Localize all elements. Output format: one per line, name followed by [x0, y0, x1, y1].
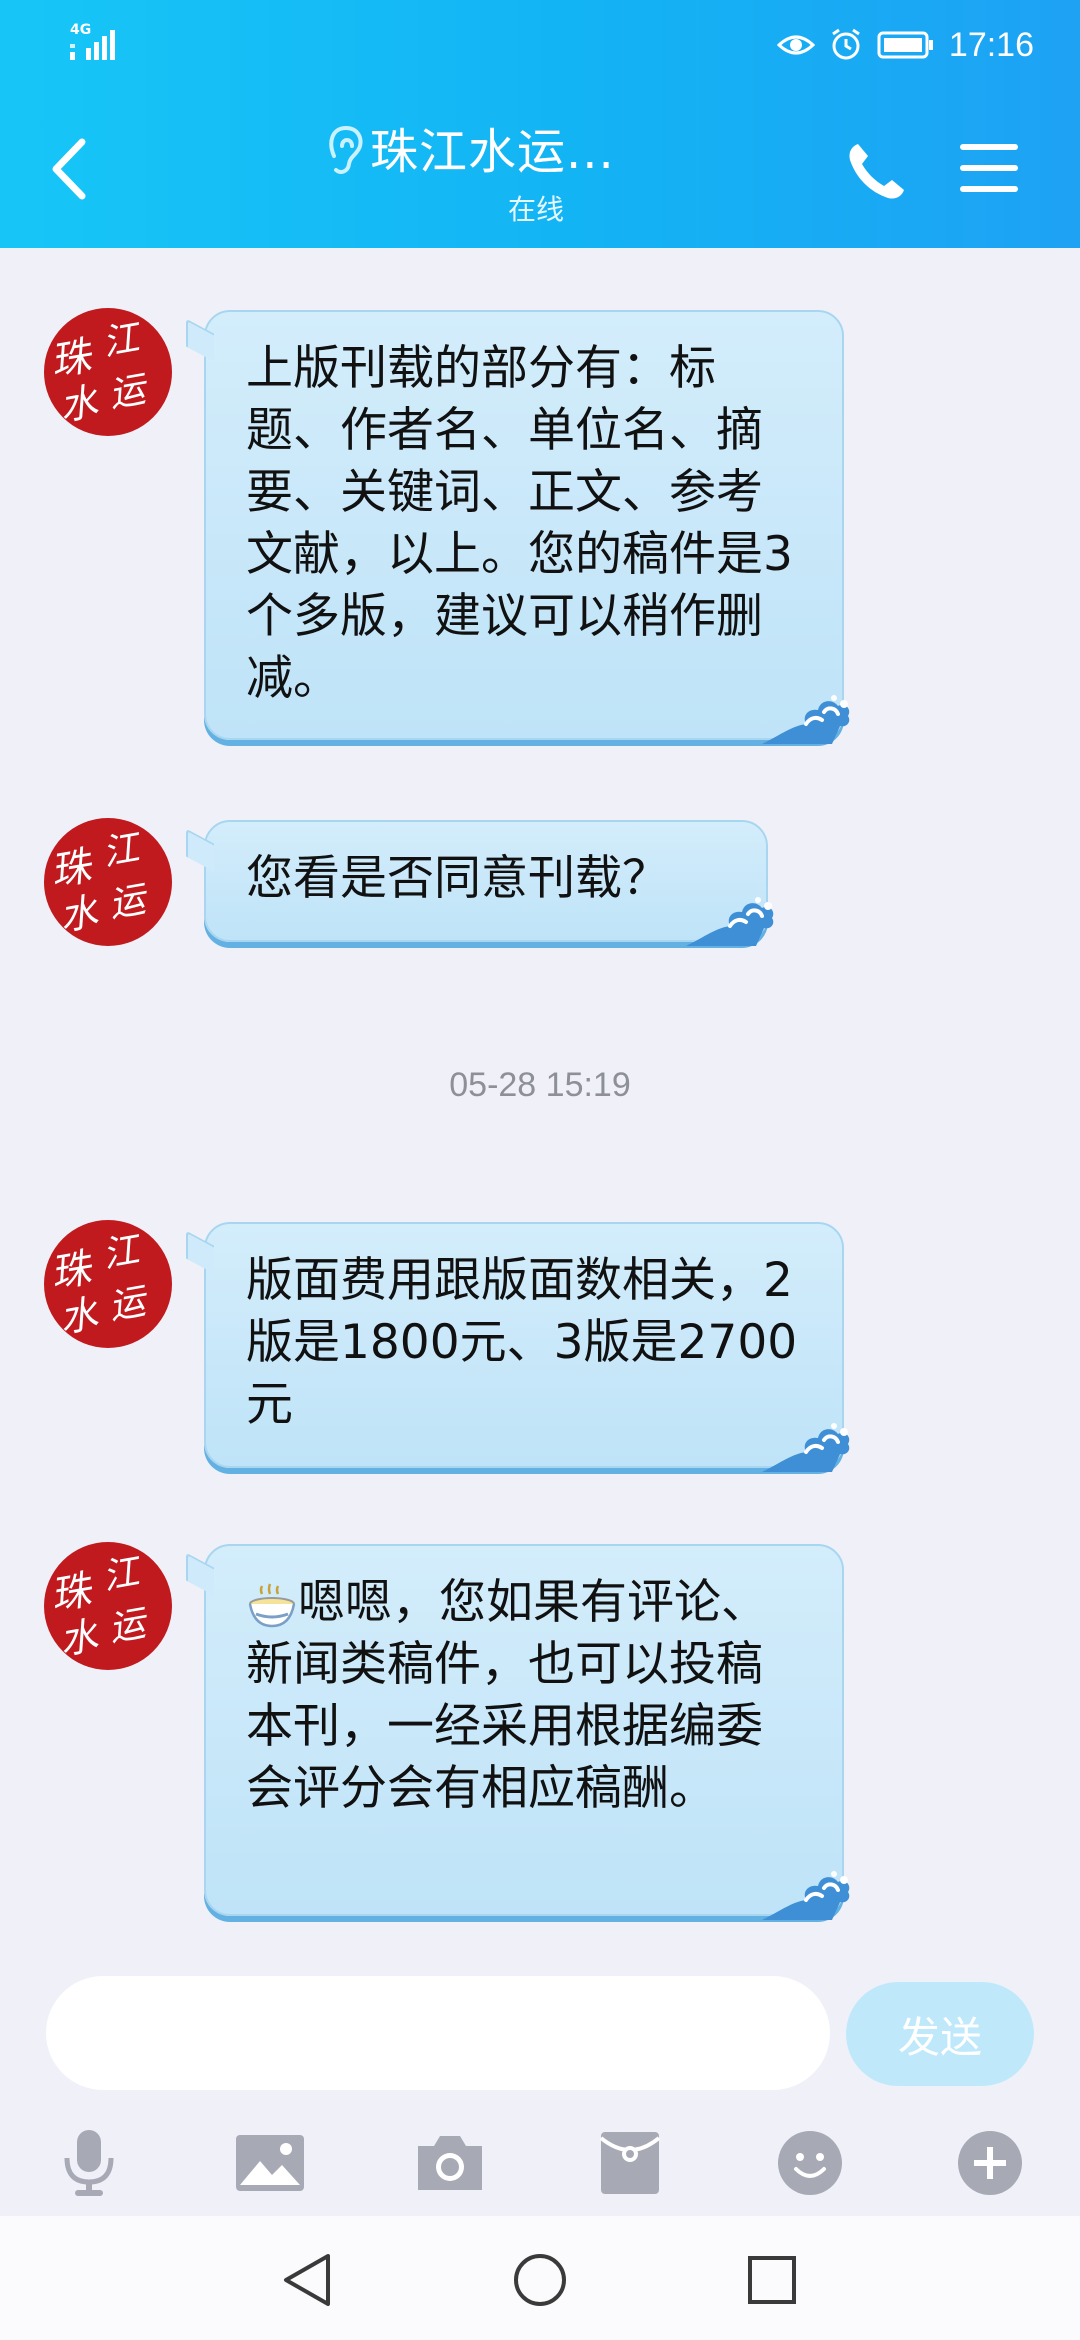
- message-timestamp: 05-28 15:19: [449, 1066, 631, 1104]
- input-toolbar: [0, 2118, 1080, 2208]
- message-input[interactable]: [46, 1976, 830, 2090]
- message-text: 嗯嗯，您如果有评论、新闻类稿件，也可以投稿本刊，一经采用根据编委会评分会有相应稿…: [246, 1575, 768, 1816]
- bubble-tail: [186, 828, 214, 872]
- message-text: 上版刊载的部分有：标题、作者名、单位名、摘要、关键词、正文、参考文献，以上。您的…: [246, 341, 793, 706]
- image-button[interactable]: [225, 2118, 315, 2208]
- status-right: 17:16: [776, 20, 1034, 70]
- status-bar: 4G 17:16: [0, 0, 1080, 90]
- red-packet-button[interactable]: [585, 2118, 675, 2208]
- svg-text:珠: 珠: [47, 1245, 97, 1298]
- message-text: 您看是否同意刊载？: [246, 851, 669, 906]
- back-icon[interactable]: [44, 134, 94, 204]
- contact-avatar[interactable]: 珠 江 水 运: [44, 1220, 172, 1348]
- camera-button[interactable]: [405, 2118, 495, 2208]
- svg-text:水: 水: [56, 1291, 103, 1341]
- message-bubble[interactable]: 版面费用跟版面数相关，2版是1800元、3版是2700元: [186, 1222, 850, 1472]
- bubble-tail: [186, 1230, 214, 1274]
- svg-text:运: 运: [106, 369, 153, 416]
- nav-back-icon[interactable]: [278, 2250, 338, 2310]
- avatar-logo: 珠 江 水 运: [47, 1551, 153, 1663]
- chat-header: 4G 17:16 珠江水运... 在线: [0, 0, 1080, 248]
- svg-text:水: 水: [56, 379, 103, 429]
- avatar-logo: 珠 江 水 运: [47, 827, 153, 939]
- ear-icon: [329, 125, 363, 174]
- svg-text:运: 运: [106, 1281, 153, 1328]
- contact-avatar[interactable]: 珠 江 水 运: [44, 1542, 172, 1670]
- alarm-icon: [832, 28, 860, 60]
- avatar-logo: 珠 江 水 运: [47, 317, 153, 429]
- contact-avatar[interactable]: 珠 江 水 运: [44, 818, 172, 946]
- svg-text:江: 江: [99, 1229, 146, 1276]
- svg-text:珠: 珠: [47, 1567, 97, 1620]
- phone-icon[interactable]: [846, 140, 906, 202]
- menu-icon[interactable]: [958, 138, 1020, 198]
- message-bubble[interactable]: 上版刊载的部分有：标题、作者名、单位名、摘要、关键词、正文、参考文献，以上。您的…: [186, 310, 850, 744]
- nav-recents-icon[interactable]: [742, 2250, 802, 2310]
- image-icon: [236, 2135, 304, 2191]
- red-packet-icon: [599, 2132, 661, 2194]
- bubble-tail: [186, 318, 214, 362]
- status-time: 17:16: [948, 25, 1034, 64]
- system-navigation-bar: [0, 2216, 1080, 2340]
- svg-text:江: 江: [99, 317, 146, 364]
- battery-icon: [877, 31, 933, 59]
- online-status: 在线: [508, 193, 565, 226]
- svg-text:珠: 珠: [47, 333, 97, 386]
- chat-title: 珠江水运...: [370, 124, 615, 180]
- microphone-icon: [64, 2130, 114, 2196]
- message-text: 版面费用跟版面数相关，2版是1800元、3版是2700元: [246, 1253, 798, 1432]
- eye-comfort-icon: [776, 35, 815, 55]
- svg-text:运: 运: [106, 1603, 153, 1650]
- more-button[interactable]: [945, 2118, 1035, 2208]
- emoji-button[interactable]: [765, 2118, 855, 2208]
- contact-avatar[interactable]: 珠 江 水 运: [44, 308, 172, 436]
- message-bubble[interactable]: 您看是否同意刊载？: [186, 820, 774, 946]
- svg-text:运: 运: [106, 879, 153, 926]
- svg-text:珠: 珠: [47, 843, 97, 896]
- message-list[interactable]: 珠 江 水 运 上版刊载的部分有：标题、作者名、单位名、摘要、关键词、正文、参考…: [0, 248, 1080, 1948]
- network-type: 4G: [70, 22, 92, 38]
- send-button[interactable]: 发送: [846, 1982, 1034, 2086]
- svg-text:水: 水: [56, 889, 103, 939]
- emoji-icon: [778, 2131, 842, 2195]
- voice-button[interactable]: [44, 2118, 134, 2208]
- chat-title-block[interactable]: 珠江水运...: [370, 120, 710, 184]
- input-bar: 发送: [0, 1948, 1080, 2216]
- svg-text:江: 江: [99, 1551, 146, 1598]
- message-bubble[interactable]: 嗯嗯，您如果有评论、新闻类稿件，也可以投稿本刊，一经采用根据编委会评分会有相应稿…: [186, 1544, 850, 1920]
- svg-text:水: 水: [56, 1613, 103, 1663]
- avatar-logo: 珠 江 水 运: [47, 1229, 153, 1341]
- nav-home-icon[interactable]: [510, 2250, 570, 2310]
- camera-icon: [418, 2136, 482, 2190]
- svg-text:江: 江: [99, 827, 146, 874]
- wave-decoration-icon: [762, 1871, 850, 1920]
- plus-icon: [958, 2131, 1022, 2195]
- bubble-tail: [186, 1552, 214, 1596]
